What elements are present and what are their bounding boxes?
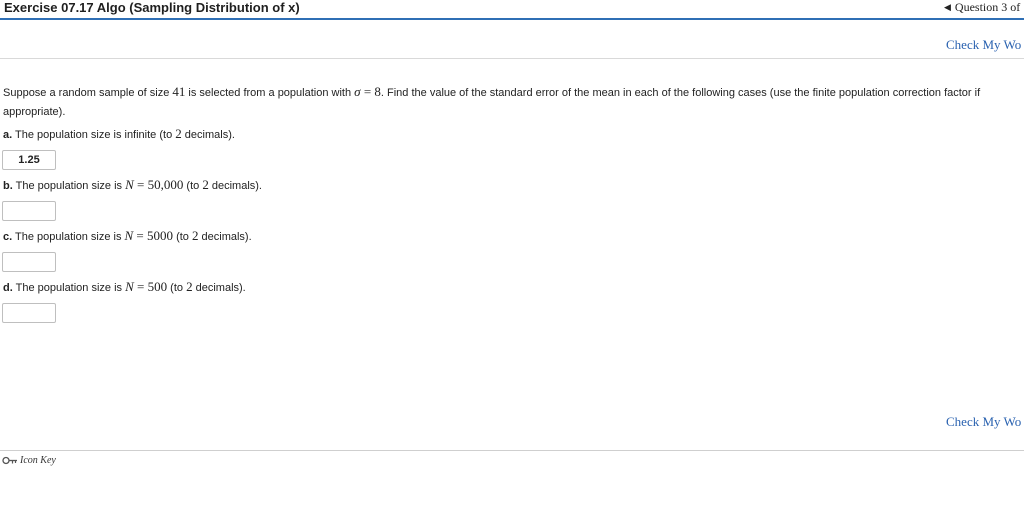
answer-input-a[interactable] bbox=[2, 150, 56, 170]
icon-key-link[interactable]: Icon Key bbox=[2, 455, 56, 466]
triangle-left-icon: ◀ bbox=[944, 2, 951, 12]
footer-divider bbox=[0, 450, 1024, 451]
key-icon bbox=[2, 457, 17, 465]
check-my-work-link-top[interactable]: Check My Wo bbox=[946, 37, 1021, 53]
exercise-title: Exercise 07.17 Algo (Sampling Distributi… bbox=[4, 0, 300, 15]
question-c: c. The population size is N = 5000 (to 2… bbox=[3, 228, 252, 243]
check-my-work-link-bottom[interactable]: Check My Wo bbox=[946, 414, 1021, 430]
answer-input-d[interactable] bbox=[2, 303, 56, 323]
question-a: a. The population size is infinite (to 2… bbox=[3, 126, 235, 141]
answer-input-b[interactable] bbox=[2, 201, 56, 221]
question-d: d. The population size is N = 500 (to 2 … bbox=[3, 279, 246, 294]
icon-key-label: Icon Key bbox=[20, 455, 56, 466]
previous-question-nav[interactable]: ◀ Question 3 of bbox=[944, 0, 1020, 15]
answer-input-c[interactable] bbox=[2, 252, 56, 272]
exercise-header: Exercise 07.17 Algo (Sampling Distributi… bbox=[0, 0, 1024, 20]
problem-statement: Suppose a random sample of size 41 is se… bbox=[3, 84, 981, 118]
question-b: b. The population size is N = 50,000 (to… bbox=[3, 177, 262, 192]
divider bbox=[0, 58, 1024, 59]
question-counter: Question 3 of bbox=[954, 0, 1021, 14]
